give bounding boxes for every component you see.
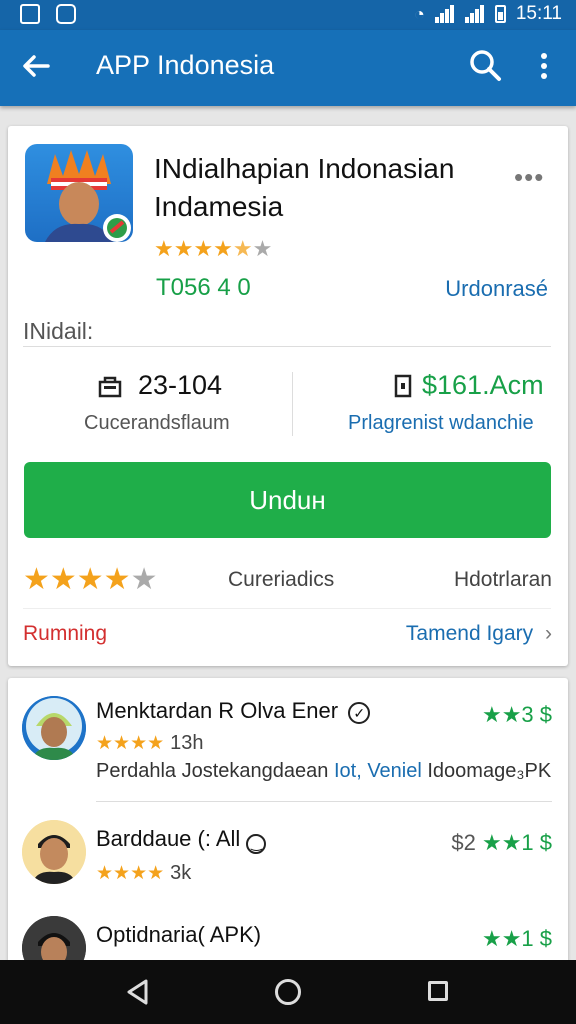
- bag-icon: [98, 376, 122, 397]
- avatar: [22, 820, 86, 884]
- photo-icon: [56, 4, 76, 24]
- status-running: Rumning: [23, 622, 108, 645]
- list-item-name: Menktardan R Olva Ener ✓: [96, 698, 371, 724]
- app-rating-stars: ★★★★★★: [154, 236, 273, 261]
- list-item-rating: ★★★★ 13h: [96, 732, 204, 754]
- nav-recents-icon[interactable]: [428, 981, 448, 1001]
- app-bar: APP Indonesia: [0, 30, 576, 106]
- stat-right-value: $161.Acm: [422, 370, 544, 400]
- divider: [23, 346, 551, 347]
- list-item-score: ★★3 $: [481, 702, 552, 727]
- stat-left-value: 23-104: [138, 370, 223, 400]
- more-link[interactable]: Tamend Igary ›: [406, 622, 552, 646]
- signal-icon-2: [464, 5, 485, 23]
- list-item-score: $2 ★★1 $: [451, 830, 552, 855]
- list-item-name: Barddaue (: All ‿: [96, 826, 267, 854]
- list-item-meta: 13h: [170, 732, 204, 754]
- system-nav-bar: [0, 960, 576, 1024]
- stat-left: 23-104: [98, 370, 222, 401]
- section-label: INidail:: [23, 318, 94, 344]
- signal-icon: [434, 5, 455, 23]
- install-button[interactable]: Unduн: [24, 462, 551, 538]
- wifi-icon: ◔: [413, 3, 425, 24]
- nav-home-icon[interactable]: [275, 979, 301, 1005]
- status-bar: ◔ 15:11: [0, 0, 576, 30]
- list-item-name: Optidnaria( APK): [96, 922, 262, 947]
- related-apps-card: Menktardan R Olva Ener ✓ ★★3 $ ★★★★ 13h P…: [8, 678, 568, 968]
- rating-row-stars: ★★★★★: [23, 563, 158, 596]
- list-item-score: ★★1 $: [481, 926, 552, 951]
- app-developer-link[interactable]: Urdonrasé: [445, 276, 548, 302]
- status-time: 15:11: [515, 3, 562, 24]
- rating-row-right: Hdotrlaran: [453, 568, 552, 591]
- rating-row-mid: Cureriadics: [228, 568, 335, 591]
- stat-left-label: Cucerandsflaum: [84, 412, 230, 434]
- list-item-rating: ★★★★ 3k: [96, 862, 192, 884]
- stat-right-label[interactable]: Prlagrenist wdanchie: [348, 412, 534, 435]
- search-icon[interactable]: [468, 48, 502, 82]
- list-item-meta: 3k: [170, 862, 192, 884]
- app-title: INdialhapian Indonasian Indamesia: [154, 153, 455, 222]
- card-more-icon[interactable]: •••: [514, 162, 544, 193]
- verified-icon: ✓: [348, 702, 371, 724]
- nav-back-icon[interactable]: [124, 978, 152, 1006]
- stat-divider: [292, 372, 293, 436]
- list-item[interactable]: Barddaue (: All ‿ $2 ★★1 $ ★★★★ 3k: [8, 802, 568, 910]
- list-item-desc: Perdahla Jostekangdaean Iot, Veniel Idoo…: [96, 760, 552, 782]
- emoji-icon: ‿: [246, 834, 267, 854]
- list-item[interactable]: Menktardan R Olva Ener ✓ ★★3 $ ★★★★ 13h P…: [8, 678, 568, 802]
- app-price: T056 4 0: [156, 274, 251, 301]
- arrow-left-icon[interactable]: [20, 50, 52, 82]
- avatar: [22, 696, 86, 760]
- app-bar-title: APP Indonesia: [96, 50, 275, 80]
- file-icon: [394, 374, 412, 397]
- battery-icon: [494, 5, 506, 23]
- notification-icon: [20, 4, 40, 24]
- more-vert-icon[interactable]: [532, 50, 556, 82]
- app-detail-card: INdialhapian Indonasian Indamesia ••• ★★…: [8, 126, 568, 666]
- more-link-label: Tamend Igary: [405, 622, 534, 645]
- app-icon: [25, 144, 133, 242]
- stat-right: $161.Acm: [394, 370, 544, 401]
- divider: [23, 608, 551, 609]
- chevron-right-icon: ›: [545, 622, 552, 645]
